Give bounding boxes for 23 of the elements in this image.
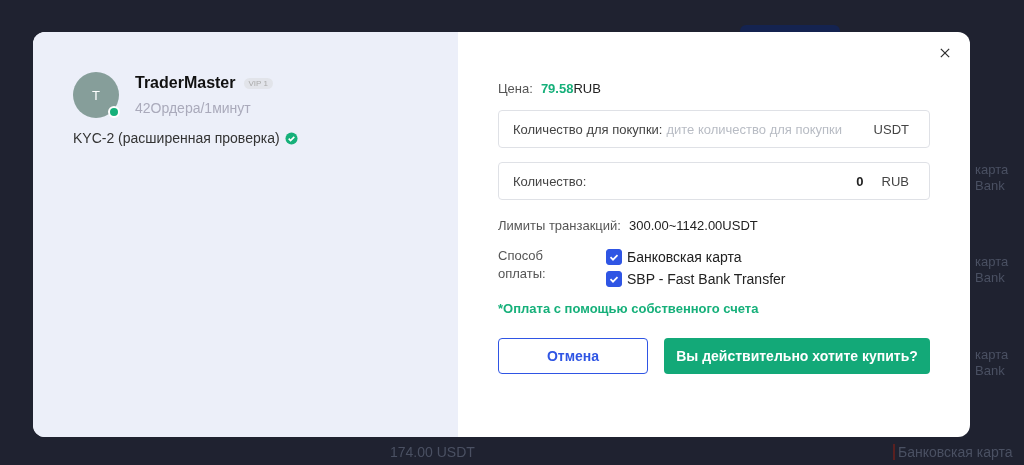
payment-method: SBP - Fast Bank Transfer (627, 271, 786, 287)
limits-label: Лимиты транзакций: (498, 218, 621, 233)
checkbox[interactable] (606, 271, 622, 287)
price-label: Цена: (498, 80, 533, 96)
checkbox[interactable] (606, 249, 622, 265)
limits-value: 300.00~1142.00USDT (628, 218, 758, 233)
cancel-button[interactable]: Отмена (498, 338, 648, 374)
seller-name: TraderMaster (135, 74, 236, 92)
payment-method: Банковская карта (627, 249, 742, 265)
buy-button[interactable]: Вы действительно хотите купить? (664, 338, 930, 374)
unit-label: USDT (873, 121, 909, 137)
amount-input[interactable]: дите количество для покупки (662, 121, 874, 137)
unit-label: RUB (881, 173, 909, 189)
field-value: 0 (855, 173, 865, 189)
kyc-level: KYC-2 (расширенная проверка) (73, 130, 280, 146)
field-label: Количество для покупки: (513, 121, 663, 137)
avatar-letter: T (92, 87, 100, 103)
note-text: *Оплата с помощью собственного счета (498, 301, 760, 316)
close-icon[interactable] (940, 48, 950, 58)
field-label: Количество: (513, 173, 587, 189)
price-value: 79.58RUB (540, 80, 601, 96)
seller-stats: 42Ордера/1минут (135, 100, 252, 116)
payment-label: Способ оплаты: (498, 247, 547, 283)
